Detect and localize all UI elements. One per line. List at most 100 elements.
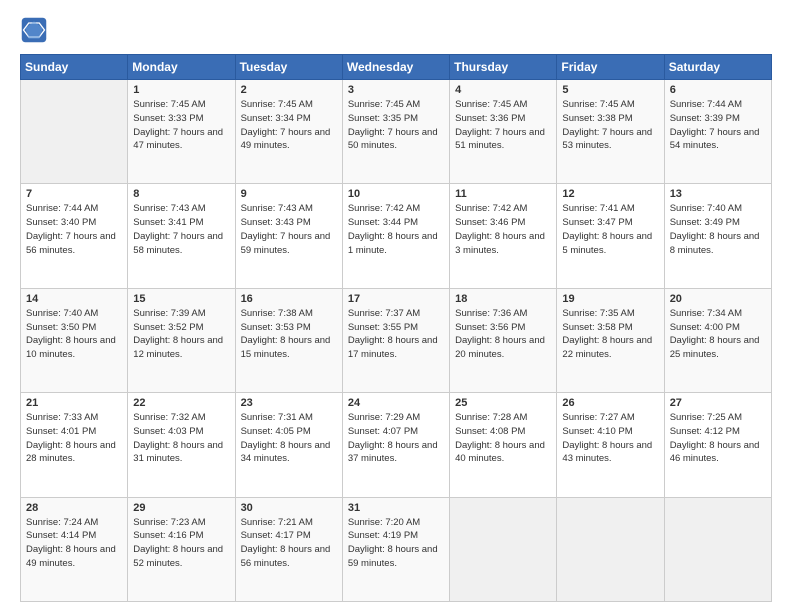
day-info: Sunrise: 7:45 AMSunset: 3:36 PMDaylight:… (455, 98, 551, 153)
day-number: 3 (348, 84, 444, 96)
calendar-cell (450, 497, 557, 601)
day-number: 9 (241, 188, 337, 200)
weekday-header: Thursday (450, 55, 557, 80)
day-info: Sunrise: 7:41 AMSunset: 3:47 PMDaylight:… (562, 202, 658, 257)
day-info: Sunrise: 7:36 AMSunset: 3:56 PMDaylight:… (455, 307, 551, 362)
day-number: 29 (133, 502, 229, 514)
calendar-cell: 17 Sunrise: 7:37 AMSunset: 3:55 PMDayligh… (342, 288, 449, 392)
calendar-cell: 18 Sunrise: 7:36 AMSunset: 3:56 PMDayligh… (450, 288, 557, 392)
calendar-cell: 30 Sunrise: 7:21 AMSunset: 4:17 PMDayligh… (235, 497, 342, 601)
weekday-header: Wednesday (342, 55, 449, 80)
weekday-header: Saturday (664, 55, 771, 80)
weekday-header: Tuesday (235, 55, 342, 80)
calendar-cell (664, 497, 771, 601)
day-info: Sunrise: 7:44 AMSunset: 3:39 PMDaylight:… (670, 98, 766, 153)
day-info: Sunrise: 7:25 AMSunset: 4:12 PMDaylight:… (670, 411, 766, 466)
weekday-header: Friday (557, 55, 664, 80)
day-number: 2 (241, 84, 337, 96)
calendar-cell: 1 Sunrise: 7:45 AMSunset: 3:33 PMDaylight… (128, 80, 235, 184)
day-info: Sunrise: 7:33 AMSunset: 4:01 PMDaylight:… (26, 411, 122, 466)
calendar-cell: 2 Sunrise: 7:45 AMSunset: 3:34 PMDaylight… (235, 80, 342, 184)
calendar-cell: 19 Sunrise: 7:35 AMSunset: 3:58 PMDayligh… (557, 288, 664, 392)
calendar-cell (557, 497, 664, 601)
day-number: 11 (455, 188, 551, 200)
day-info: Sunrise: 7:45 AMSunset: 3:34 PMDaylight:… (241, 98, 337, 153)
day-info: Sunrise: 7:28 AMSunset: 4:08 PMDaylight:… (455, 411, 551, 466)
calendar-cell: 11Sunrise: 7:42 AMSunset: 3:46 PMDayligh… (450, 184, 557, 288)
day-info: Sunrise: 7:37 AMSunset: 3:55 PMDaylight:… (348, 307, 444, 362)
calendar-cell: 23 Sunrise: 7:31 AMSunset: 4:05 PMDayligh… (235, 393, 342, 497)
calendar-cell: 31 Sunrise: 7:20 AMSunset: 4:19 PMDayligh… (342, 497, 449, 601)
day-number: 14 (26, 293, 122, 305)
day-info: Sunrise: 7:40 AMSunset: 3:50 PMDaylight:… (26, 307, 122, 362)
day-number: 18 (455, 293, 551, 305)
day-info: Sunrise: 7:21 AMSunset: 4:17 PMDaylight:… (241, 516, 337, 571)
calendar-cell: 10 Sunrise: 7:42 AMSunset: 3:44 PMDayligh… (342, 184, 449, 288)
day-number: 12 (562, 188, 658, 200)
day-info: Sunrise: 7:45 AMSunset: 3:35 PMDaylight:… (348, 98, 444, 153)
day-info: Sunrise: 7:24 AMSunset: 4:14 PMDaylight:… (26, 516, 122, 571)
day-number: 15 (133, 293, 229, 305)
day-info: Sunrise: 7:31 AMSunset: 4:05 PMDaylight:… (241, 411, 337, 466)
day-number: 24 (348, 397, 444, 409)
day-info: Sunrise: 7:42 AMSunset: 3:44 PMDaylight:… (348, 202, 444, 257)
day-number: 17 (348, 293, 444, 305)
day-info: Sunrise: 7:45 AMSunset: 3:33 PMDaylight:… (133, 98, 229, 153)
weekday-header: Sunday (21, 55, 128, 80)
day-info: Sunrise: 7:40 AMSunset: 3:49 PMDaylight:… (670, 202, 766, 257)
day-number: 31 (348, 502, 444, 514)
day-info: Sunrise: 7:39 AMSunset: 3:52 PMDaylight:… (133, 307, 229, 362)
day-info: Sunrise: 7:45 AMSunset: 3:38 PMDaylight:… (562, 98, 658, 153)
day-number: 16 (241, 293, 337, 305)
calendar-cell: 6 Sunrise: 7:44 AMSunset: 3:39 PMDaylight… (664, 80, 771, 184)
calendar-cell: 29 Sunrise: 7:23 AMSunset: 4:16 PMDayligh… (128, 497, 235, 601)
calendar-table: SundayMondayTuesdayWednesdayThursdayFrid… (20, 54, 772, 602)
day-number: 23 (241, 397, 337, 409)
calendar-cell: 9 Sunrise: 7:43 AMSunset: 3:43 PMDaylight… (235, 184, 342, 288)
calendar-cell: 21 Sunrise: 7:33 AMSunset: 4:01 PMDayligh… (21, 393, 128, 497)
day-number: 27 (670, 397, 766, 409)
day-info: Sunrise: 7:43 AMSunset: 3:43 PMDaylight:… (241, 202, 337, 257)
day-number: 30 (241, 502, 337, 514)
day-info: Sunrise: 7:29 AMSunset: 4:07 PMDaylight:… (348, 411, 444, 466)
calendar-cell: 25 Sunrise: 7:28 AMSunset: 4:08 PMDayligh… (450, 393, 557, 497)
calendar-cell: 14 Sunrise: 7:40 AMSunset: 3:50 PMDayligh… (21, 288, 128, 392)
day-info: Sunrise: 7:20 AMSunset: 4:19 PMDaylight:… (348, 516, 444, 571)
day-number: 26 (562, 397, 658, 409)
day-info: Sunrise: 7:32 AMSunset: 4:03 PMDaylight:… (133, 411, 229, 466)
day-number: 8 (133, 188, 229, 200)
day-info: Sunrise: 7:35 AMSunset: 3:58 PMDaylight:… (562, 307, 658, 362)
day-number: 20 (670, 293, 766, 305)
day-number: 28 (26, 502, 122, 514)
day-info: Sunrise: 7:44 AMSunset: 3:40 PMDaylight:… (26, 202, 122, 257)
weekday-header: Monday (128, 55, 235, 80)
day-info: Sunrise: 7:34 AMSunset: 4:00 PMDaylight:… (670, 307, 766, 362)
day-number: 25 (455, 397, 551, 409)
calendar-cell: 8Sunrise: 7:43 AMSunset: 3:41 PMDaylight… (128, 184, 235, 288)
day-number: 6 (670, 84, 766, 96)
calendar-cell: 16Sunrise: 7:38 AMSunset: 3:53 PMDayligh… (235, 288, 342, 392)
calendar-cell: 12 Sunrise: 7:41 AMSunset: 3:47 PMDayligh… (557, 184, 664, 288)
calendar-cell: 13 Sunrise: 7:40 AMSunset: 3:49 PMDayligh… (664, 184, 771, 288)
day-number: 1 (133, 84, 229, 96)
calendar-cell: 22Sunrise: 7:32 AMSunset: 4:03 PMDayligh… (128, 393, 235, 497)
calendar-page: SundayMondayTuesdayWednesdayThursdayFrid… (0, 0, 792, 612)
day-number: 21 (26, 397, 122, 409)
calendar-cell: 4 Sunrise: 7:45 AMSunset: 3:36 PMDaylight… (450, 80, 557, 184)
day-number: 13 (670, 188, 766, 200)
header (20, 16, 772, 44)
day-number: 5 (562, 84, 658, 96)
calendar-cell: 24 Sunrise: 7:29 AMSunset: 4:07 PMDayligh… (342, 393, 449, 497)
day-number: 19 (562, 293, 658, 305)
calendar-cell: 27 Sunrise: 7:25 AMSunset: 4:12 PMDayligh… (664, 393, 771, 497)
day-number: 7 (26, 188, 122, 200)
day-number: 10 (348, 188, 444, 200)
calendar-cell: 5 Sunrise: 7:45 AMSunset: 3:38 PMDaylight… (557, 80, 664, 184)
calendar-cell (21, 80, 128, 184)
calendar-cell: 26Sunrise: 7:27 AMSunset: 4:10 PMDayligh… (557, 393, 664, 497)
logo (20, 16, 52, 44)
calendar-cell: 20 Sunrise: 7:34 AMSunset: 4:00 PMDayligh… (664, 288, 771, 392)
calendar-cell: 28 Sunrise: 7:24 AMSunset: 4:14 PMDayligh… (21, 497, 128, 601)
day-info: Sunrise: 7:23 AMSunset: 4:16 PMDaylight:… (133, 516, 229, 571)
day-number: 4 (455, 84, 551, 96)
